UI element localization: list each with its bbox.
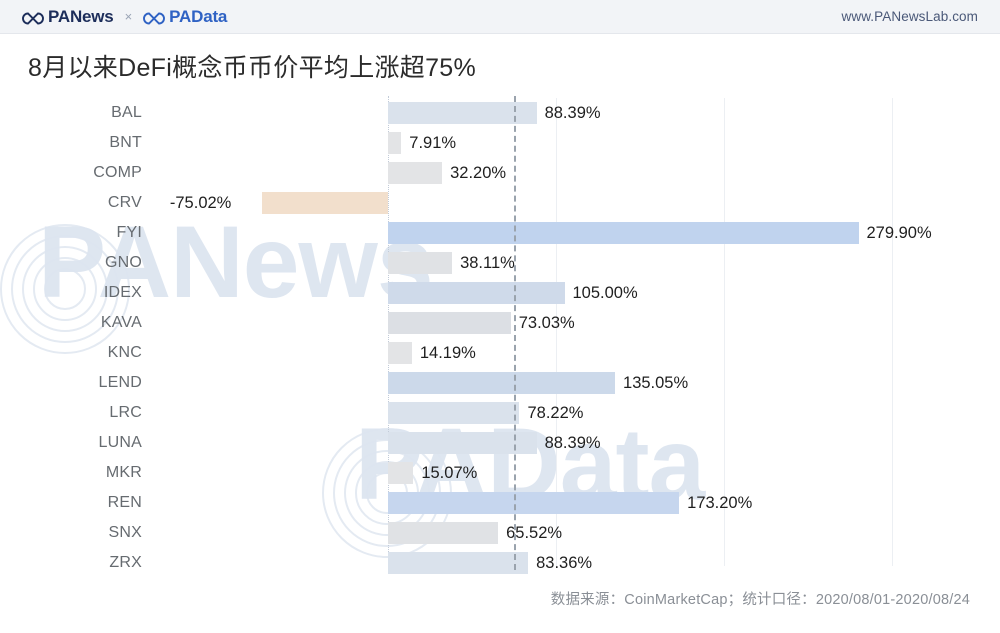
infinity-icon-secondary (143, 10, 166, 25)
value-label-ren: 173.20% (687, 494, 753, 512)
bar-ren (388, 492, 680, 514)
chart-row: LUNA 88.39% (0, 428, 1000, 458)
brand-padata-label: PAData (169, 6, 228, 26)
category-label-lrc: LRC (109, 404, 142, 421)
bar-comp (388, 162, 443, 184)
bar-crv (261, 192, 388, 214)
value-label-fyi: 279.90% (866, 224, 932, 242)
chart-row: LEND 135.05% (0, 368, 1000, 398)
category-label-idex: IDEX (103, 284, 142, 301)
chart-row: CRV -75.02% (0, 188, 1000, 218)
bar-bnt (388, 132, 402, 154)
value-label-knc: 14.19% (419, 344, 476, 362)
brand-panews: PANews (22, 7, 114, 27)
value-label-zrx: 83.36% (536, 554, 593, 572)
category-label-bal: BAL (111, 104, 142, 121)
category-label-mkr: MKR (105, 464, 142, 481)
category-label-kava: KAVA (100, 314, 142, 331)
value-label-bal: 88.39% (544, 104, 601, 122)
chart-row: MKR 15.07% (0, 458, 1000, 488)
bar-fyi (388, 222, 859, 244)
brand-separator: × (124, 9, 133, 24)
chart-row: BNT 7.91% (0, 128, 1000, 158)
infinity-icon (22, 10, 44, 25)
brand-panews-label: PANews (48, 6, 114, 26)
chart-row: ZRX 83.36% (0, 548, 1000, 578)
chart-row: GNO 38.11% (0, 248, 1000, 278)
value-label-bnt: 7.91% (409, 134, 457, 152)
category-label-lend: LEND (98, 374, 142, 391)
category-label-ren: REN (107, 494, 142, 511)
bar-mkr (388, 462, 414, 484)
value-label-lend: 135.05% (623, 374, 689, 392)
chart-row: KAVA 73.03% (0, 308, 1000, 338)
value-label-lrc: 78.22% (527, 404, 584, 422)
chart-row: IDEX 105.00% (0, 278, 1000, 308)
value-label-kava: 73.03% (518, 314, 575, 332)
bar-gno (388, 252, 453, 274)
chart-row: SNX 65.52% (0, 518, 1000, 548)
plot-area: BAL 88.39% BNT 7.91% COMP 32.20% CRV -75.02% FYI… (0, 96, 1000, 576)
chart-row: COMP 32.20% (0, 158, 1000, 188)
bar-knc (388, 342, 412, 364)
value-label-gno: 38.11% (460, 254, 515, 272)
value-label-luna: 88.39% (544, 434, 601, 452)
page-header: PANews × PAData www.PANewsLab.com (0, 0, 1000, 34)
category-label-luna: LUNA (98, 434, 142, 451)
brand-padata: PAData (143, 7, 227, 27)
value-label-comp: 32.20% (450, 164, 507, 182)
brand-group: PANews × PAData (22, 7, 227, 27)
bar-snx (388, 522, 499, 544)
bar-lrc (388, 402, 520, 424)
site-url: www.PANewsLab.com (841, 9, 978, 24)
category-label-knc: KNC (107, 344, 142, 361)
value-label-crv: -75.02% (169, 194, 232, 212)
average-reference-line (514, 96, 517, 570)
chart-row: KNC 14.19% (0, 338, 1000, 368)
category-label-snx: SNX (108, 524, 142, 541)
bar-chart: PANews PAData BAL 88.39% BNT 7.91% COMP 32.20… (0, 96, 1000, 576)
category-label-bnt: BNT (109, 134, 142, 151)
chart-row: FYI 279.90% (0, 218, 1000, 248)
source-note: 数据来源：CoinMarketCap；统计口径：2020/08/01-2020/… (550, 592, 970, 608)
category-label-comp: COMP (93, 164, 142, 181)
chart-row: BAL 88.39% (0, 98, 1000, 128)
category-label-fyi: FYI (116, 224, 142, 241)
category-label-crv: CRV (107, 194, 142, 211)
bar-idex (388, 282, 565, 304)
category-label-zrx: ZRX (109, 554, 142, 571)
bar-zrx (388, 552, 529, 574)
value-label-mkr: 15.07% (421, 464, 478, 482)
chart-row: LRC 78.22% (0, 398, 1000, 428)
chart-title: 8月以来DeFi概念币币价平均上涨超75% (28, 54, 477, 82)
bar-lend (388, 372, 616, 394)
category-label-gno: GNO (104, 254, 142, 271)
chart-row: REN 173.20% (0, 488, 1000, 518)
value-label-idex: 105.00% (572, 284, 638, 302)
bar-kava (388, 312, 511, 334)
